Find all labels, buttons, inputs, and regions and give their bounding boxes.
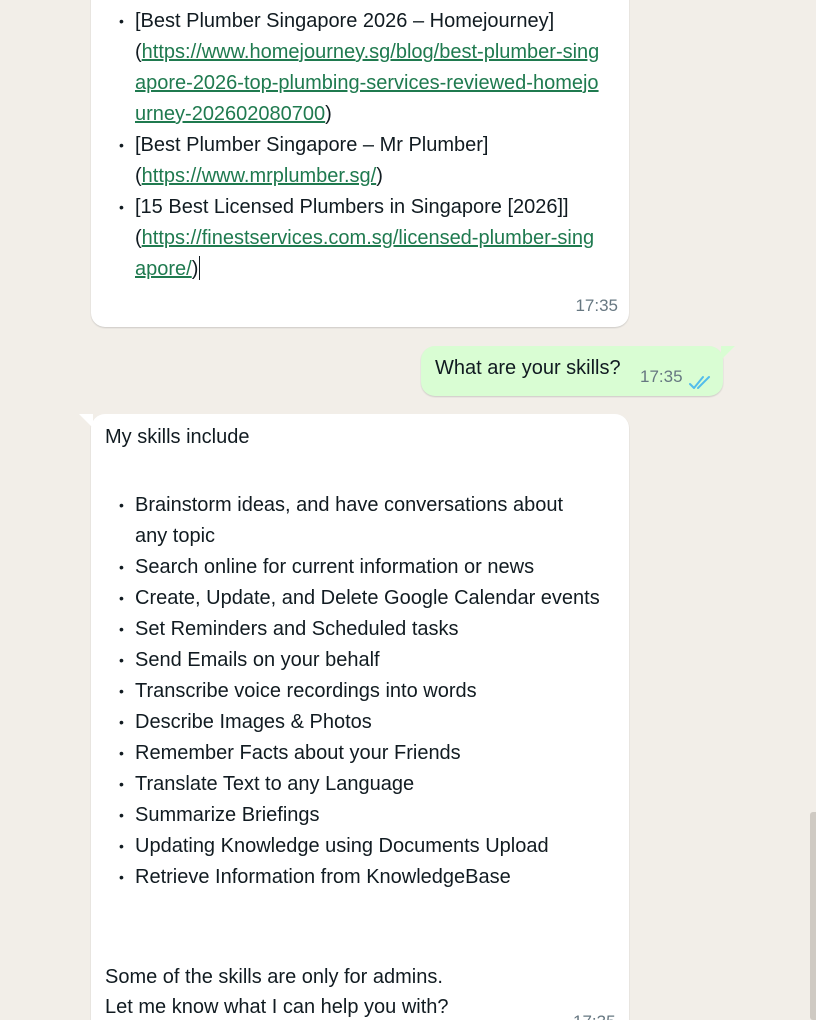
chat-panel: • [Best Plumber Singapore 2026 – Homejou…	[0, 0, 816, 1020]
skill-text: Retrieve Information from KnowledgeBase	[135, 866, 511, 888]
message-timestamp: 17:35	[575, 296, 618, 315]
bubble-tail	[721, 346, 735, 360]
bullet-icon: •	[119, 497, 124, 513]
link-title: [Best Plumber Singapore 2026 – Homejourn…	[135, 10, 555, 32]
incoming-message-links[interactable]: • [Best Plumber Singapore 2026 – Homejou…	[91, 0, 629, 327]
skill-item: • Translate Text to any Language	[105, 769, 600, 800]
skill-text: Translate Text to any Language	[135, 773, 415, 795]
incoming-message-skills[interactable]: My skills include • Brainstorm ideas, and…	[79, 414, 629, 1020]
skill-text: Create, Update, and Delete Google Calend…	[135, 587, 600, 609]
message-text: What are your skills?	[435, 357, 621, 379]
bullet-icon: •	[119, 714, 124, 730]
skills-intro: My skills include	[105, 426, 250, 448]
skill-item: • Updating Knowledge using Documents Uplo…	[105, 831, 600, 862]
list-item: • [15 Best Licensed Plumbers in Singapor…	[105, 192, 605, 285]
bullet-icon: •	[119, 745, 124, 761]
list-item: • [Best Plumber Singapore – Mr Plumber] …	[105, 130, 605, 192]
skill-text: Describe Images & Photos	[135, 711, 372, 733]
skill-item: • Set Reminders and Scheduled tasks	[105, 614, 600, 645]
bullet-icon: •	[119, 807, 124, 823]
source-link[interactable]: https://www.homejourney.sg/blog/best-plu…	[135, 41, 599, 125]
skills-outro-line-2: Let me know what I can help you with?	[105, 996, 449, 1018]
link-title: [15 Best Licensed Plumbers in Singapore …	[135, 196, 569, 218]
bullet-icon: •	[119, 838, 124, 854]
skill-text: Updating Knowledge using Documents Uploa…	[135, 835, 549, 857]
skill-text: Search online for current information or…	[135, 556, 535, 578]
source-link[interactable]: https://finestservices.com.sg/licensed-p…	[135, 227, 594, 280]
source-link[interactable]: https://www.mrplumber.sg/	[142, 165, 377, 187]
message-timestamp: 17:35	[640, 367, 683, 386]
skill-text: Remember Facts about your Friends	[135, 742, 461, 764]
skills-list: • Brainstorm ideas, and have conversation…	[105, 490, 600, 893]
message-timestamp: 17:35	[573, 1006, 616, 1020]
skill-item: • Send Emails on your behalf	[105, 645, 600, 676]
bullet-icon: •	[119, 590, 124, 606]
bullet-icon: •	[119, 652, 124, 668]
bullet-icon: •	[119, 559, 124, 575]
text-cursor	[199, 256, 201, 280]
scrollbar[interactable]	[810, 812, 816, 1020]
bullet-icon: •	[119, 137, 124, 153]
link-list: • [Best Plumber Singapore 2026 – Homejou…	[105, 6, 605, 285]
bullet-icon: •	[119, 776, 124, 792]
skill-item: • Describe Images & Photos	[105, 707, 600, 738]
skill-item: • Retrieve Information from KnowledgeBase	[105, 862, 600, 893]
skills-outro-line-1: Some of the skills are only for admins.	[105, 966, 443, 988]
bullet-icon: •	[119, 869, 124, 885]
skill-item: • Remember Facts about your Friends	[105, 738, 600, 769]
skill-item: • Brainstorm ideas, and have conversation…	[105, 490, 600, 552]
outgoing-message-question[interactable]: What are your skills? 17:35	[421, 346, 735, 396]
bullet-icon: •	[119, 683, 124, 699]
skill-text: Transcribe voice recordings into words	[135, 680, 477, 702]
skill-item: • Transcribe voice recordings into words	[105, 676, 600, 707]
list-item: • [Best Plumber Singapore 2026 – Homejou…	[105, 6, 605, 130]
skill-text: Set Reminders and Scheduled tasks	[135, 618, 459, 640]
double-check-icon	[689, 370, 715, 389]
bullet-icon: •	[119, 13, 124, 29]
skill-text: Brainstorm ideas, and have conversations…	[135, 494, 564, 547]
bullet-icon: •	[119, 621, 124, 637]
skill-item: • Create, Update, and Delete Google Calen…	[105, 583, 600, 614]
skill-item: • Search online for current information o…	[105, 552, 600, 583]
bubble-tail	[79, 414, 93, 428]
link-title: [Best Plumber Singapore – Mr Plumber]	[135, 134, 489, 156]
skill-item: • Summarize Briefings	[105, 800, 600, 831]
skill-text: Send Emails on your behalf	[135, 649, 380, 671]
bullet-icon: •	[119, 199, 124, 215]
skill-text: Summarize Briefings	[135, 804, 320, 826]
